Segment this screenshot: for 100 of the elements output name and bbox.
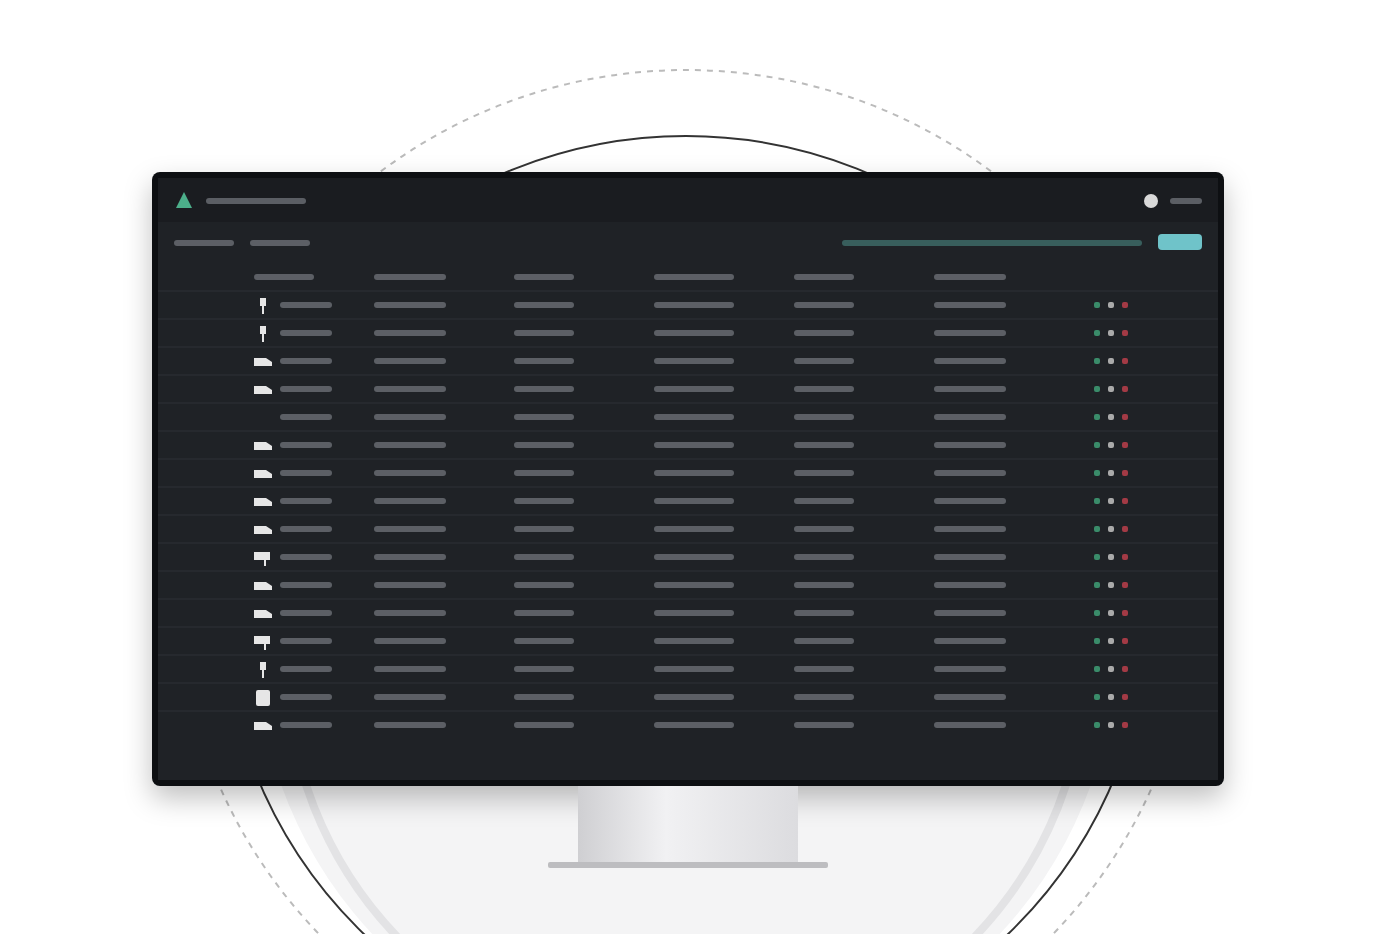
illegible-text-bar — [373, 554, 445, 560]
illegible-text-bar — [513, 554, 573, 560]
illegible-text-bar — [933, 273, 1005, 279]
illegible-text-bar — [279, 386, 331, 392]
illegible-text-bar — [653, 722, 733, 728]
illegible-text-bar — [933, 330, 1005, 336]
illegible-text-bar — [373, 610, 445, 616]
illegible-text-bar — [373, 694, 445, 700]
illegible-text-bar — [279, 358, 331, 364]
illegible-text-bar — [513, 470, 573, 476]
illegible-text-bar — [933, 582, 1005, 588]
illegible-text-bar — [279, 442, 331, 448]
illegible-text-bar — [653, 582, 733, 588]
illegible-text-bar — [933, 498, 1005, 504]
illegible-text-bar — [653, 273, 733, 279]
illegible-text-bar — [653, 498, 733, 504]
illegible-text-bar — [793, 526, 853, 532]
illegible-text-bar — [279, 694, 331, 700]
illegible-text-bar — [373, 330, 445, 336]
illegible-text-bar — [793, 582, 853, 588]
illegible-text-bar — [793, 694, 853, 700]
illegible-text-bar — [933, 554, 1005, 560]
illegible-text-bar — [933, 358, 1005, 364]
illegible-text-bar — [513, 582, 573, 588]
logo-icon — [173, 190, 193, 210]
illegible-text-bar — [513, 610, 573, 616]
illegible-text-bar — [279, 638, 331, 644]
illegible-text-bar — [279, 582, 331, 588]
illegible-text-bar — [279, 610, 331, 616]
illegible-text-bar — [653, 554, 733, 560]
illegible-text-bar — [653, 302, 733, 308]
illegible-text-bar — [279, 498, 331, 504]
illegible-text-bar — [373, 386, 445, 392]
illegible-text-bar — [653, 666, 733, 672]
illegible-text-bar — [253, 273, 313, 279]
illegible-text-bar — [793, 610, 853, 616]
illegible-text-bar — [793, 273, 853, 279]
illegible-text-bar — [513, 273, 573, 279]
illegible-text-bar — [279, 666, 331, 672]
illegible-text-bar — [793, 442, 853, 448]
illegible-text-bar — [279, 470, 331, 476]
illegible-text-bar — [373, 638, 445, 644]
illegible-text-bar — [933, 638, 1005, 644]
illegible-text-bar — [373, 722, 445, 728]
illegible-text-bar — [653, 526, 733, 532]
illegible-text-bar — [513, 358, 573, 364]
illegible-text-bar — [279, 414, 331, 420]
illegible-text-bar — [513, 638, 573, 644]
illegible-text-bar — [653, 638, 733, 644]
illegible-text-bar — [653, 358, 733, 364]
illegible-text-bar — [249, 239, 309, 245]
avatar-icon — [1143, 193, 1157, 207]
illegible-text-bar — [793, 330, 853, 336]
illegible-text-bar — [373, 358, 445, 364]
illegible-text-bar — [279, 330, 331, 336]
illegible-text-bar — [513, 694, 573, 700]
illegible-text-bar — [793, 358, 853, 364]
illegible-text-bar — [653, 694, 733, 700]
illegible-text-bar — [933, 302, 1005, 308]
illegible-text-bar — [373, 273, 445, 279]
illegible-text-bar — [933, 666, 1005, 672]
action-button[interactable] — [1157, 234, 1201, 250]
illegible-text-bar — [933, 386, 1005, 392]
illegible-text-bar — [373, 414, 445, 420]
illegible-text-bar — [279, 302, 331, 308]
illegible-text-bar — [513, 442, 573, 448]
illegible-text-bar — [279, 526, 331, 532]
illegible-text-bar — [513, 498, 573, 504]
illegible-text-bar — [933, 610, 1005, 616]
illegible-text-bar — [793, 302, 853, 308]
illegible-text-bar — [933, 526, 1005, 532]
illegible-text-bar — [793, 722, 853, 728]
illegible-text-bar — [653, 386, 733, 392]
illegible-text-bar — [933, 414, 1005, 420]
illegible-text-bar — [1169, 197, 1201, 203]
illegible-text-bar — [933, 722, 1005, 728]
illegible-text-bar — [513, 330, 573, 336]
illegible-text-bar — [933, 442, 1005, 448]
van-icon — [253, 717, 271, 733]
trailer-icon — [253, 633, 271, 649]
illegible-text-bar — [513, 414, 573, 420]
illegible-text-bar — [793, 666, 853, 672]
illegible-text-bar — [793, 638, 853, 644]
illegible-text-bar — [793, 554, 853, 560]
illegible-text-bar — [653, 330, 733, 336]
illegible-text-bar — [279, 554, 331, 560]
illegible-text-bar — [793, 386, 853, 392]
illegible-text-bar — [205, 197, 305, 203]
illegible-text-bar — [513, 302, 573, 308]
illegible-text-bar — [513, 386, 573, 392]
illegible-text-bar — [653, 470, 733, 476]
illegible-text-bar — [373, 526, 445, 532]
illegible-text-bar — [279, 722, 331, 728]
illegible-text-bar — [653, 442, 733, 448]
illegible-text-bar — [373, 442, 445, 448]
illegible-text-bar — [793, 414, 853, 420]
illegible-text-bar — [373, 302, 445, 308]
illegible-text-bar — [373, 582, 445, 588]
illegible-text-bar — [373, 666, 445, 672]
illegible-text-bar — [933, 694, 1005, 700]
